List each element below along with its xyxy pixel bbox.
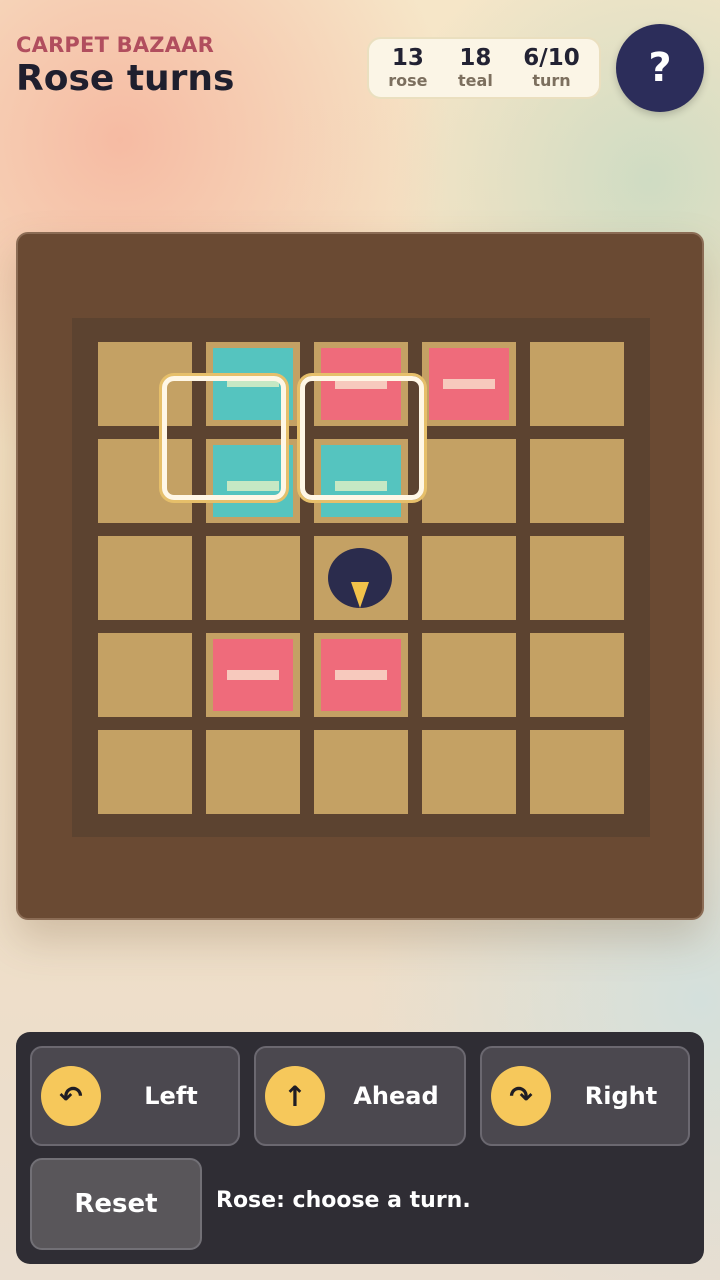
board-cell <box>422 439 516 523</box>
player-piece <box>328 548 392 608</box>
move-ahead-button[interactable]: ↑ Ahead <box>254 1046 466 1146</box>
rose-carpet <box>321 639 401 711</box>
score-rose-label: rose <box>388 71 428 90</box>
header-subtitle: CARPET BAZAAR <box>16 33 214 57</box>
turn-counter-label: turn <box>532 71 571 90</box>
board-cell <box>206 633 300 717</box>
score-teal: 18 teal <box>458 45 493 91</box>
control-panel: ↶ Left ↑ Ahead ↷ Right Reset Rose: choos… <box>16 1032 704 1264</box>
carpet-stripe <box>443 379 495 389</box>
highlight-carpet-left[interactable] <box>162 376 286 500</box>
board-cell <box>314 730 408 814</box>
score-rose-value: 13 <box>391 45 424 71</box>
board-cell <box>422 342 516 426</box>
arrow-up-icon: ↑ <box>265 1066 325 1126</box>
board-cell <box>422 730 516 814</box>
turn-counter-value: 6/10 <box>523 45 580 71</box>
carpet-stripe <box>227 670 279 680</box>
status-message: Rose: choose a turn. <box>216 1188 471 1213</box>
turn-left-label: Left <box>144 1082 198 1110</box>
board-cell <box>206 730 300 814</box>
board-cell <box>98 633 192 717</box>
carpet-stripe <box>335 670 387 680</box>
board-cell <box>530 633 624 717</box>
highlight-carpet-right[interactable] <box>300 376 424 500</box>
help-button[interactable]: ? <box>616 24 704 112</box>
board-cell <box>98 730 192 814</box>
board-cell <box>530 342 624 426</box>
board-cell <box>314 633 408 717</box>
page-title: Rose turns <box>16 58 235 99</box>
turn-left-icon: ↶ <box>41 1066 101 1126</box>
board-cell <box>422 536 516 620</box>
score-teal-label: teal <box>458 71 493 90</box>
board-cell <box>530 536 624 620</box>
board-cell <box>530 439 624 523</box>
direction-arrow-icon <box>351 582 369 608</box>
rose-carpet <box>213 639 293 711</box>
turn-right-button[interactable]: ↷ Right <box>480 1046 690 1146</box>
turn-left-button[interactable]: ↶ Left <box>30 1046 240 1146</box>
board-cell <box>530 730 624 814</box>
score-rose: 13 rose <box>388 45 427 91</box>
score-teal-value: 18 <box>459 45 492 71</box>
turn-right-icon: ↷ <box>491 1066 551 1126</box>
move-ahead-label: Ahead <box>353 1082 439 1110</box>
game-board <box>16 232 704 920</box>
board-cell <box>206 536 300 620</box>
scoreboard: 13 rose 18 teal 6/10 turn <box>367 37 601 99</box>
rose-carpet <box>429 348 509 420</box>
reset-button[interactable]: Reset <box>30 1158 202 1250</box>
board-cell <box>422 633 516 717</box>
turn-right-label: Right <box>584 1082 658 1110</box>
turn-counter: 6/10 turn <box>523 45 579 91</box>
board-cell <box>98 536 192 620</box>
